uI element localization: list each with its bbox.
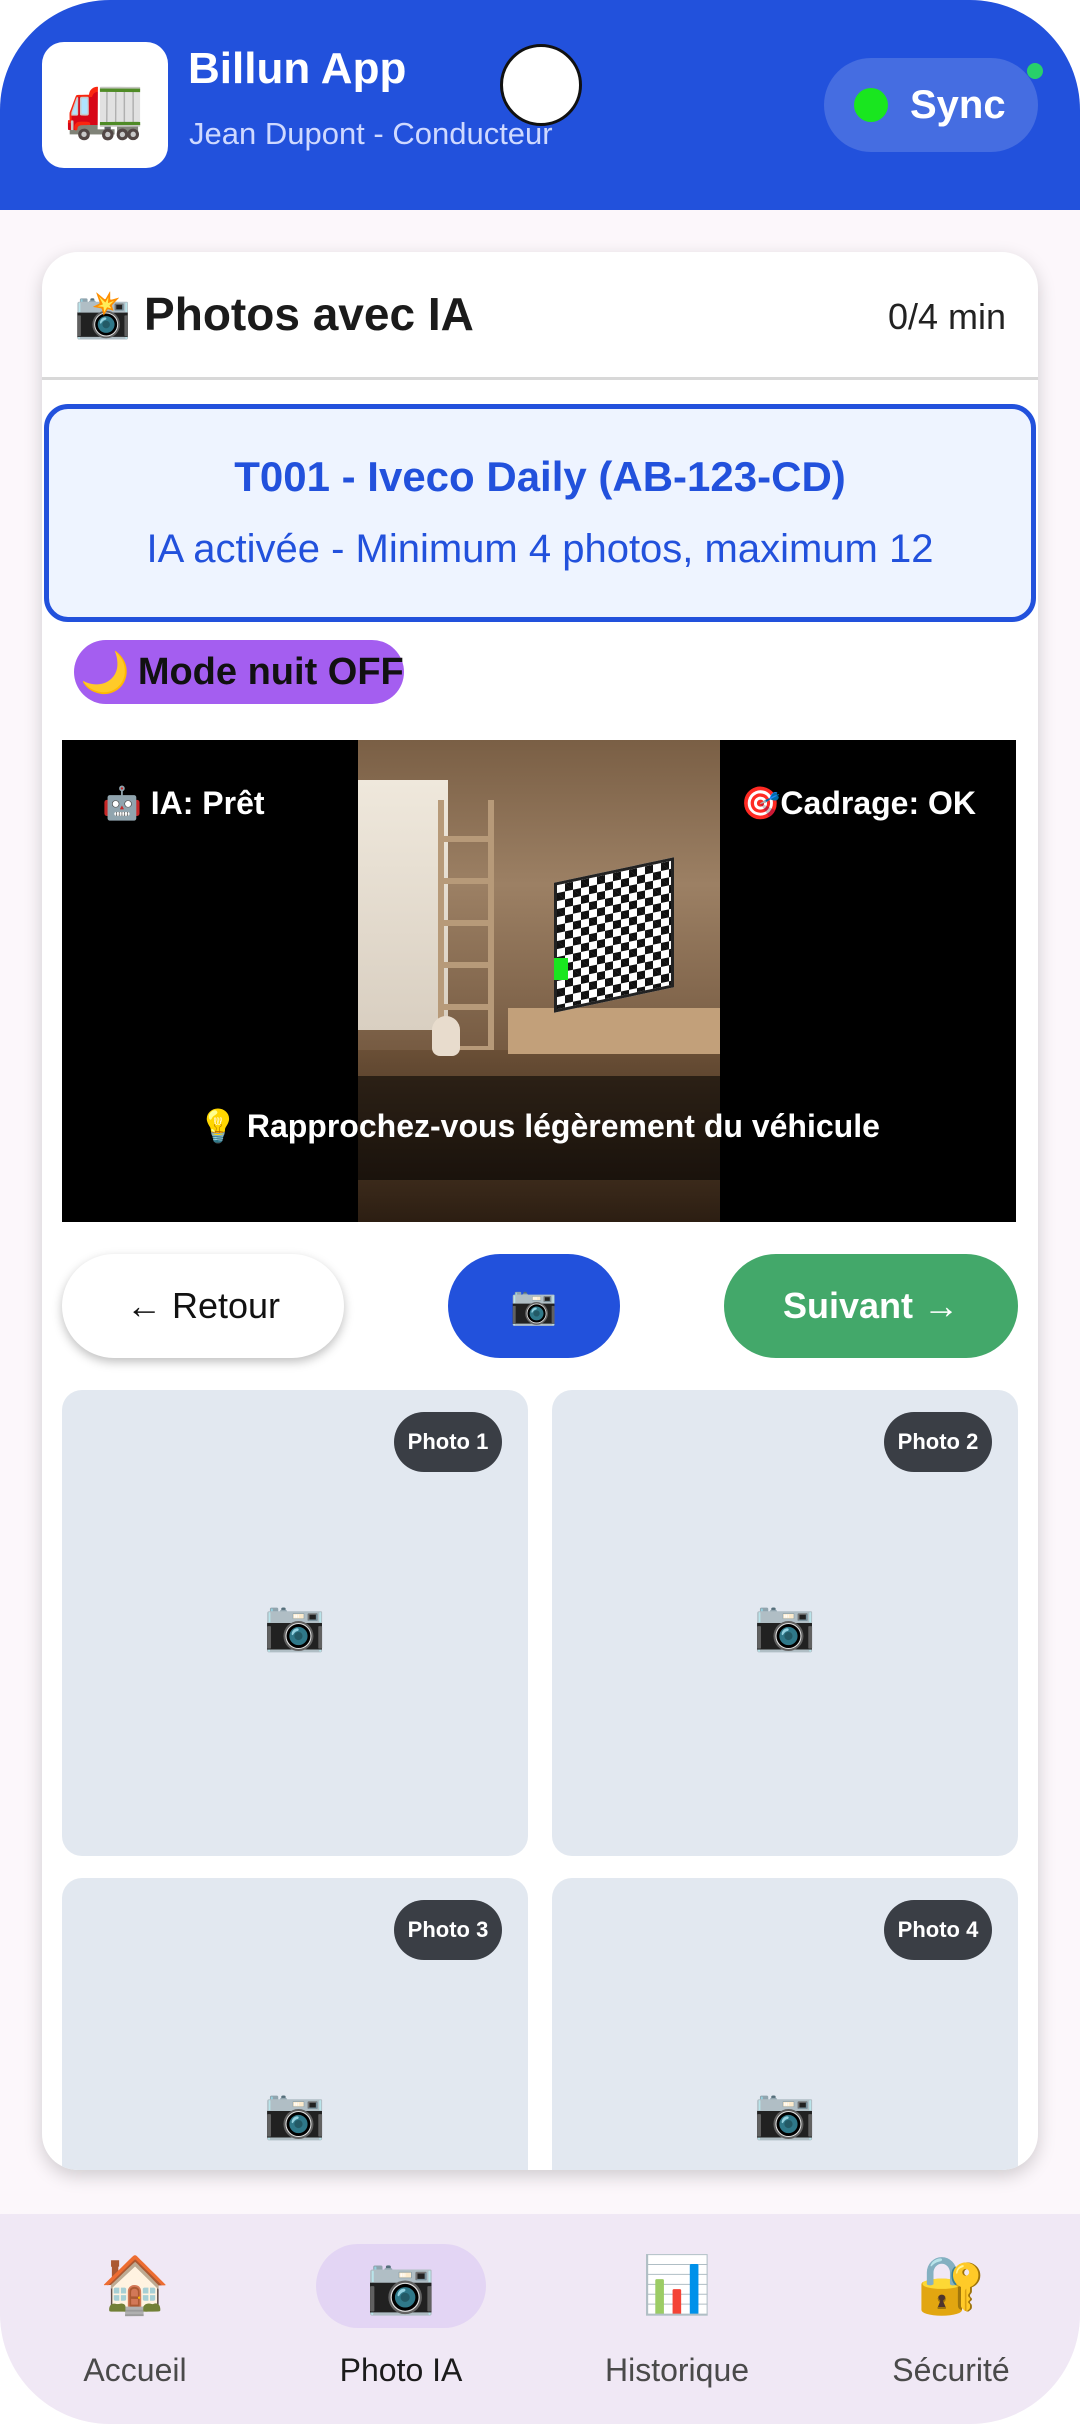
camera-icon: 📷 — [753, 2085, 817, 2141]
notification-dot-icon — [1027, 63, 1043, 79]
app-header: 🚛 Billun App Jean Dupont - Conducteur Sy… — [0, 0, 1080, 210]
front-camera-cutout — [500, 44, 582, 126]
camera-icon: 📷 — [263, 2085, 327, 2141]
home-icon: 🏠 — [100, 2253, 170, 2316]
next-button[interactable]: Suivant → — [724, 1254, 1018, 1358]
lock-key-icon: 🔐 — [916, 2253, 986, 2316]
timer: 0/4 min — [887, 296, 1006, 337]
nav-label: Photo IA — [339, 2352, 463, 2388]
bottom-navigation: 🏠 Accueil 📷 Photo IA 📊 Historique 🔐 Sécu… — [0, 2214, 1080, 2424]
night-mode-label: Mode nuit OFF — [137, 650, 404, 693]
nav-label: Sécurité — [892, 2352, 1010, 2388]
truck-logo-icon: 🚛 — [42, 42, 168, 168]
nav-label: Historique — [604, 2352, 750, 2388]
photo-slot-badge: Photo 1 — [394, 1412, 502, 1472]
photo-slot-3[interactable]: Photo 3 📷 — [62, 1878, 528, 2170]
ia-status-label: 🤖 IA: Prêt — [102, 785, 265, 821]
feed-tv — [554, 857, 674, 1013]
card-header: 📸 Photos avec IA 0/4 min — [42, 252, 1038, 380]
camera-preview[interactable]: 🤖 IA: Prêt 🎯Cadrage: OK 💡 Rapprochez-vou… — [62, 740, 1016, 1222]
nav-item-securite[interactable]: 🔐 Sécurité — [816, 2214, 1080, 2424]
feed-shelf — [438, 800, 494, 1050]
photo-slot-2[interactable]: Photo 2 📷 — [552, 1390, 1018, 1856]
framing-status-label: 🎯Cadrage: OK — [740, 785, 976, 821]
camera-icon: 📷 — [366, 2253, 436, 2316]
photo-slot-4[interactable]: Photo 4 📷 — [552, 1878, 1018, 2170]
sync-label: Sync — [910, 82, 1006, 127]
vehicle-name: T001 - Iveco Daily (AB-123-CD) — [234, 453, 846, 500]
photo-card: 📸 Photos avec IA 0/4 min T001 - Iveco Da… — [42, 252, 1038, 2170]
capture-button[interactable]: 📷 — [448, 1254, 620, 1358]
sync-status-dot-icon — [854, 88, 888, 122]
nav-item-accueil[interactable]: 🏠 Accueil — [0, 2214, 270, 2424]
chart-icon: 📊 — [642, 2253, 712, 2316]
app-title: Billun App — [188, 44, 407, 93]
camera-icon: 📷 — [753, 1597, 817, 1653]
vehicle-info-box: T001 - Iveco Daily (AB-123-CD) IA activé… — [44, 404, 1036, 622]
nav-label: Accueil — [83, 2352, 187, 2388]
feed-window — [358, 780, 448, 1030]
nav-item-historique[interactable]: 📊 Historique — [542, 2214, 812, 2424]
photo-slot-1[interactable]: Photo 1 📷 — [62, 1390, 528, 1856]
photo-slot-badge: Photo 2 — [884, 1412, 992, 1472]
photo-slot-badge: Photo 3 — [394, 1900, 502, 1960]
nav-item-photo-ia[interactable]: 📷 Photo IA — [266, 2214, 536, 2424]
photo-slot-badge: Photo 4 — [884, 1900, 992, 1960]
moon-icon: 🌙 — [80, 650, 130, 695]
card-title: 📸 Photos avec IA — [74, 288, 474, 340]
feed-cabinet — [508, 1008, 720, 1054]
phone-screen: 🚛 Billun App Jean Dupont - Conducteur Sy… — [0, 0, 1080, 2424]
night-mode-toggle[interactable]: 🌙 Mode nuit OFF — [74, 640, 404, 704]
user-subtitle: Jean Dupont - Conducteur — [189, 116, 553, 151]
feed-cat — [432, 1016, 460, 1056]
camera-hint: 💡 Rapprochez-vous légèrement du véhicule — [198, 1108, 880, 1144]
camera-icon: 📷 — [510, 1285, 558, 1327]
back-button[interactable]: ← Retour — [62, 1254, 344, 1358]
camera-icon: 📷 — [263, 1597, 327, 1653]
ia-info-text: IA activée - Minimum 4 photos, maximum 1… — [146, 527, 934, 571]
sync-button[interactable]: Sync — [824, 58, 1038, 152]
feed-green-marker — [554, 958, 568, 980]
